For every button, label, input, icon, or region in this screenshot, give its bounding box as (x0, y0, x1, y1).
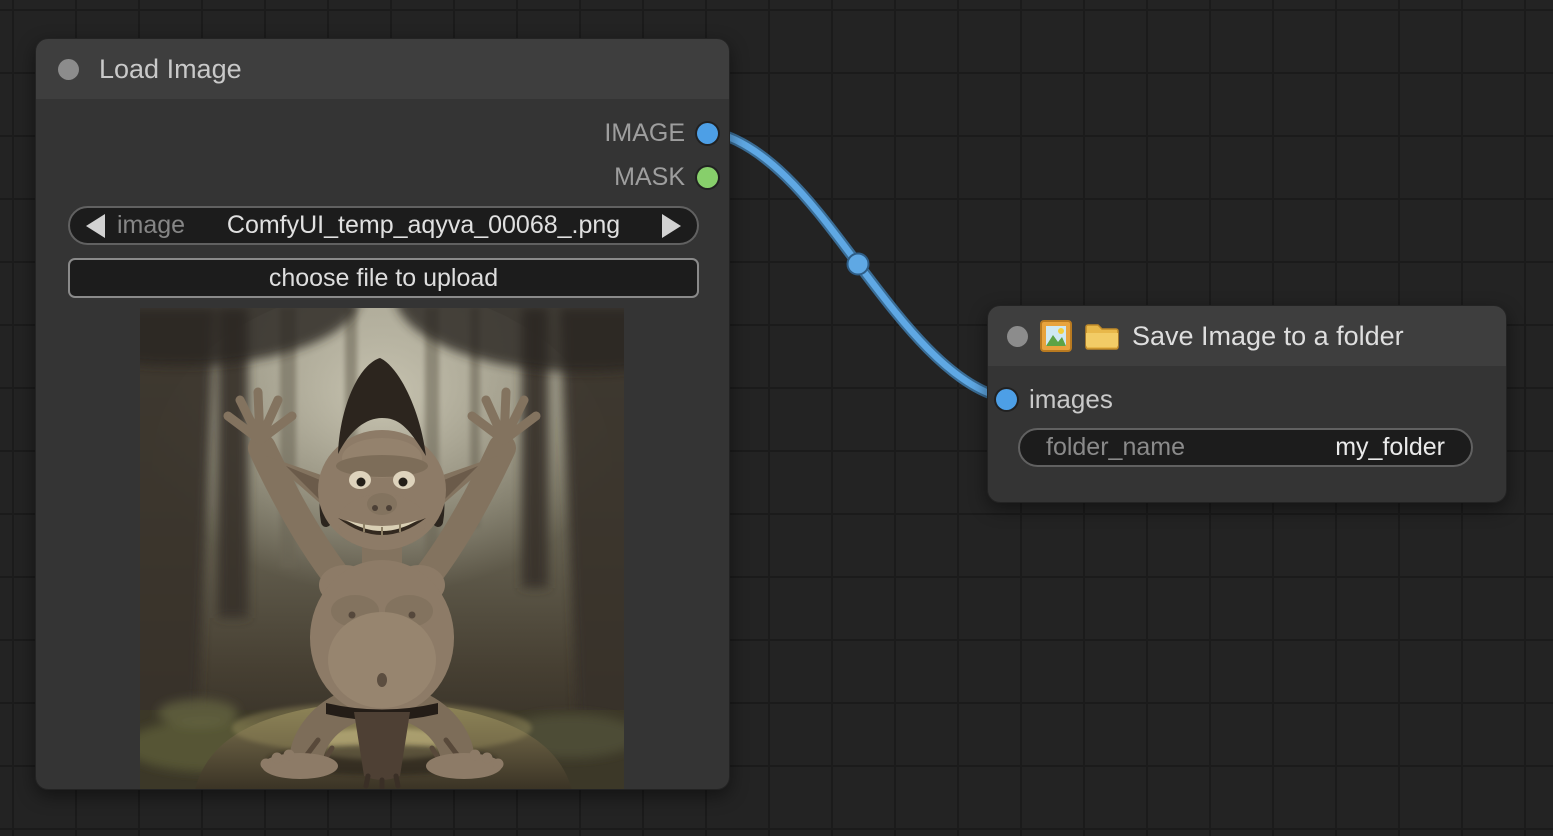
input-images-port: images (996, 386, 1113, 412)
output-image-dot[interactable] (697, 123, 718, 144)
image-preview (140, 308, 624, 790)
collapse-dot[interactable] (58, 59, 79, 80)
node-title-text: Load Image (99, 54, 242, 85)
output-mask-label: MASK (614, 163, 685, 192)
output-image-port: IMAGE (604, 120, 718, 146)
node-canvas[interactable]: Load Image IMAGE MASK image ComfyUI_temp… (0, 0, 1553, 836)
image-combo-label: image (117, 211, 185, 240)
framed-picture-icon (1040, 320, 1072, 352)
input-images-dot[interactable] (996, 389, 1017, 410)
load-image-node-title: Load Image (36, 39, 729, 99)
prev-image-arrow-icon[interactable] (86, 214, 105, 238)
folder-name-value: my_folder (1335, 433, 1445, 462)
next-image-arrow-icon[interactable] (662, 214, 681, 238)
load-image-node[interactable]: Load Image IMAGE MASK image ComfyUI_temp… (35, 38, 730, 790)
node-title-text: Save Image to a folder (1132, 321, 1404, 352)
image-combo-widget[interactable]: image ComfyUI_temp_aqyva_00068_.png (68, 206, 699, 245)
image-combo-value: ComfyUI_temp_aqyva_00068_.png (185, 211, 662, 240)
folder-name-widget[interactable]: folder_name my_folder (1018, 428, 1473, 467)
choose-file-button[interactable]: choose file to upload (68, 258, 699, 298)
link-image-to-images[interactable] (708, 131, 1000, 397)
output-mask-dot[interactable] (697, 167, 718, 188)
folder-name-label: folder_name (1046, 433, 1185, 462)
collapse-dot[interactable] (1007, 326, 1028, 347)
input-images-label: images (1029, 384, 1113, 415)
folder-icon (1084, 321, 1120, 351)
link-wire (708, 131, 1000, 397)
save-image-node[interactable]: Save Image to a folder images folder_nam… (987, 305, 1507, 503)
save-image-node-title: Save Image to a folder (988, 306, 1506, 366)
link-midpoint-dot[interactable] (848, 254, 869, 275)
output-image-label: IMAGE (604, 119, 685, 148)
output-mask-port: MASK (614, 164, 718, 190)
link-wire-border (708, 131, 1000, 397)
